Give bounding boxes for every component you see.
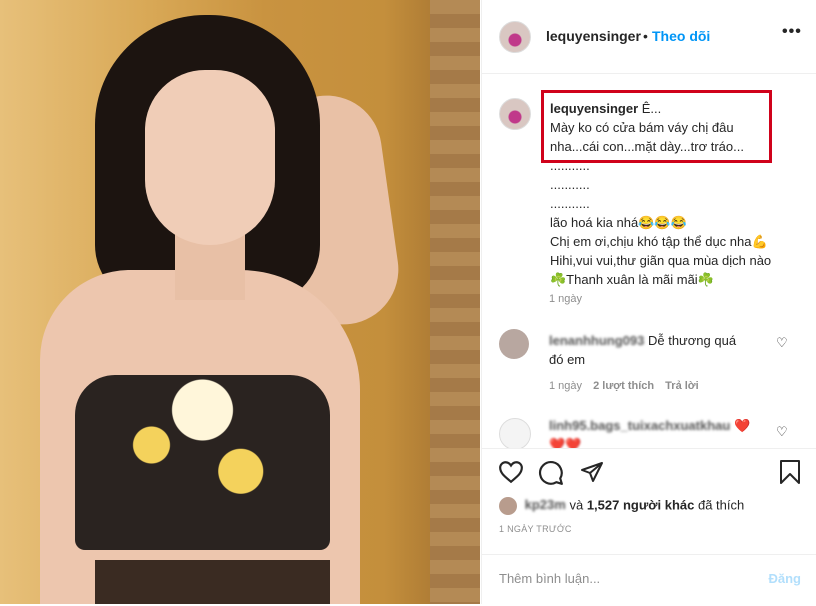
caption-line: ........... (550, 158, 590, 173)
comment-text: ❤️❤️ (549, 437, 582, 448)
comment-avatar[interactable] (499, 418, 531, 448)
caption-line: lão hoá kia nhá😂😂😂 (550, 215, 687, 230)
liker-username[interactable]: kp23m (525, 497, 566, 512)
likes-count[interactable]: 1,527 người khác (587, 497, 695, 512)
post-actions: kp23m và 1,527 người khác đã thích 1 NGÀ… (482, 448, 816, 605)
comment-like-icon[interactable]: ♡ (776, 424, 788, 440)
likes-summary: kp23m và 1,527 người khác đã thích (499, 497, 744, 515)
post-date[interactable]: 1 NGÀY TRƯỚC (499, 524, 572, 534)
comment: linh95.bags_tuixachxuatkhau ❤️ ❤️❤️ (549, 416, 764, 448)
comment-text: đó em (549, 352, 586, 367)
comment-username[interactable]: linh95.bags_tuixachxuatkhau (549, 418, 730, 433)
caption-line: Mày ko có cửa bám váy chị đâu (550, 120, 734, 135)
caption-username[interactable]: lequyensinger (550, 101, 638, 116)
separator-dot: • (643, 28, 648, 44)
photo-wall-panel (430, 0, 480, 604)
reply-button[interactable]: Trả lời (665, 380, 699, 392)
comment-avatar[interactable] (499, 329, 529, 359)
photo-skirt (95, 560, 330, 604)
comment-like-icon[interactable]: ♡ (776, 335, 788, 351)
caption-author-avatar[interactable] (499, 98, 531, 130)
add-comment-bar: Thêm bình luận... Đăng (482, 554, 816, 606)
likes-connector: và (569, 497, 584, 513)
photo-outfit (75, 375, 330, 550)
author-username[interactable]: lequyensinger (546, 28, 641, 44)
comment-likes-count[interactable]: 2 lượt thích (593, 380, 654, 392)
comment-text: Dễ thương quá (647, 333, 737, 348)
post-photo[interactable] (0, 0, 480, 604)
post-header: lequyensinger • Theo dõi ••• (482, 0, 816, 74)
comment-username[interactable]: lenanhhung093 (549, 333, 644, 348)
caption-line: nha...cái con...mặt dày...trơ tráo... (550, 139, 744, 154)
caption: lequyensinger Ê... Mày ko có cửa bám váy… (550, 99, 800, 289)
caption-line: ........... (550, 177, 590, 192)
caption-line: Ê... (641, 101, 662, 116)
photo-face (145, 70, 275, 245)
author-avatar[interactable] (499, 21, 531, 53)
caption-line: ........... (550, 196, 590, 211)
more-options-icon[interactable]: ••• (782, 23, 802, 41)
caption-time[interactable]: 1 ngày (549, 293, 582, 305)
comment-meta: 1 ngày 2 lượt thích Trả lời (549, 380, 699, 392)
post-sidebar: lequyensinger • Theo dõi ••• lequyensing… (481, 0, 816, 604)
liker-avatar[interactable] (499, 497, 517, 515)
caption-line: Chị em ơi,chịu khó tập thể dục nha💪 (550, 234, 768, 249)
post-comment-button[interactable]: Đăng (769, 571, 802, 586)
comment: lenanhhung093 Dễ thương quá đó em (549, 331, 764, 369)
caption-line: ☘️Thanh xuân là mãi mãi☘️ (550, 272, 714, 287)
likes-suffix: đã thích (697, 497, 745, 513)
comment-bubble-icon[interactable] (538, 460, 564, 486)
caption-line: Hihi,vui vui,thư giãn qua mùa dịch nào (550, 253, 772, 268)
heart-outline-icon[interactable] (498, 460, 524, 484)
comment-text: ❤️ (733, 418, 751, 433)
comment-time[interactable]: 1 ngày (549, 380, 582, 392)
comment-input[interactable]: Thêm bình luận... (499, 571, 600, 586)
paper-plane-icon[interactable] (580, 460, 604, 484)
comments-section[interactable]: lequyensinger Ê... Mày ko có cửa bám váy… (482, 74, 816, 448)
follow-button[interactable]: Theo dõi (652, 28, 710, 44)
bookmark-icon[interactable] (778, 459, 802, 485)
